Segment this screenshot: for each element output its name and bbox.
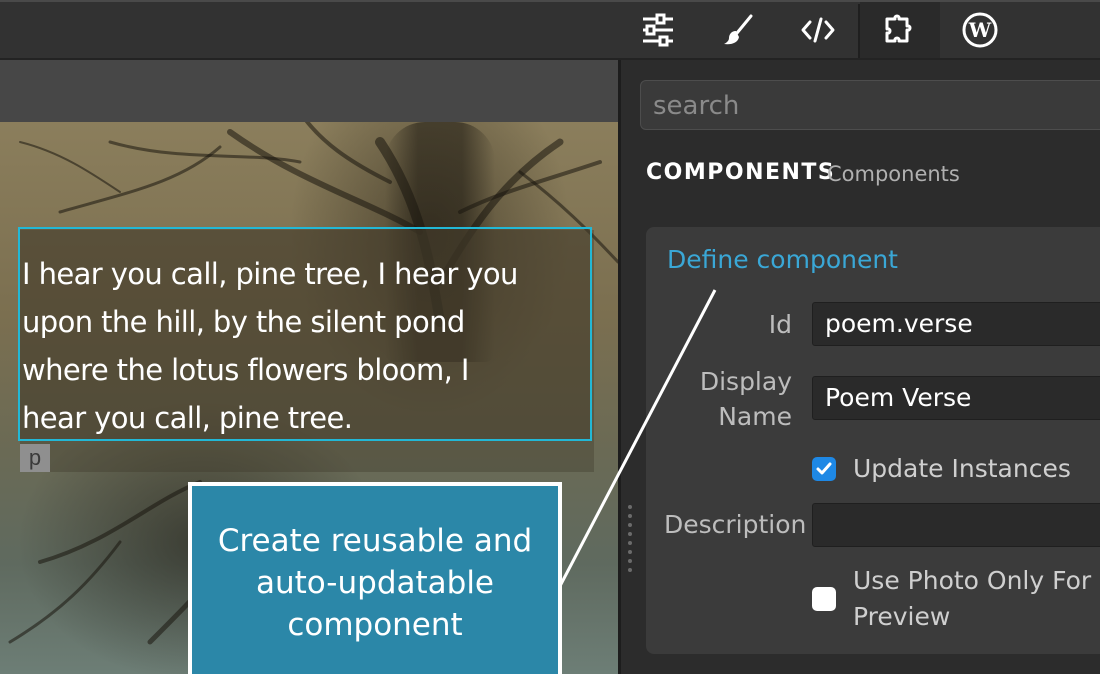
tab-styles[interactable] bbox=[698, 2, 778, 58]
display-name-label: Display Name bbox=[680, 364, 792, 434]
svg-text:W: W bbox=[968, 18, 992, 42]
poem-paragraph[interactable]: I hear you call, pine tree, I hear you u… bbox=[22, 250, 588, 442]
update-instances-checkbox[interactable] bbox=[812, 457, 836, 481]
canvas-header-band bbox=[0, 60, 618, 122]
poem-line: where the lotus flowers bloom, I bbox=[22, 353, 469, 387]
code-icon bbox=[801, 17, 835, 43]
id-field[interactable]: poem.verse bbox=[812, 302, 1100, 346]
display-name-label-line: Display bbox=[699, 367, 792, 396]
update-instances-label[interactable]: Update Instances bbox=[853, 451, 1071, 487]
description-label: Description bbox=[664, 510, 807, 539]
brush-icon bbox=[724, 14, 753, 45]
sliders-icon bbox=[643, 13, 673, 47]
poem-line: hear you call, pine tree. bbox=[22, 401, 353, 435]
section-subtitle: Components bbox=[827, 162, 960, 186]
callout-line: Create reusable and bbox=[217, 523, 533, 559]
callout-line: component bbox=[287, 607, 463, 643]
resize-grip[interactable] bbox=[627, 505, 633, 577]
wordpress-icon: W bbox=[962, 12, 998, 48]
id-label: Id bbox=[768, 310, 792, 339]
use-photo-label[interactable]: Use Photo Only For Preview bbox=[853, 563, 1091, 635]
tab-wordpress[interactable]: W bbox=[940, 2, 1020, 58]
poem-line: upon the hill, by the silent pond bbox=[22, 305, 465, 339]
display-name-label-line: Name bbox=[718, 402, 792, 431]
search-input[interactable]: search bbox=[640, 80, 1100, 130]
callout-line: auto-updatable bbox=[255, 565, 495, 601]
feature-callout: Create reusable and auto-updatable compo… bbox=[188, 482, 562, 674]
tab-components[interactable] bbox=[860, 2, 940, 58]
define-component-title[interactable]: Define component bbox=[667, 245, 898, 274]
section-title: COMPONENTS bbox=[646, 160, 836, 185]
poem-line: I hear you call, pine tree, I hear you bbox=[22, 257, 518, 291]
use-photo-label-line: Preview bbox=[853, 602, 951, 631]
puzzle-icon bbox=[885, 14, 912, 43]
checkmark-icon bbox=[816, 462, 832, 475]
description-field[interactable] bbox=[812, 503, 1100, 547]
element-tag-badge[interactable]: p bbox=[20, 444, 50, 472]
tab-settings[interactable] bbox=[618, 2, 698, 58]
display-name-field[interactable]: Poem Verse bbox=[812, 376, 1100, 420]
use-photo-label-line: Use Photo Only For bbox=[853, 566, 1092, 595]
tab-code[interactable] bbox=[778, 2, 858, 58]
use-photo-checkbox[interactable] bbox=[812, 587, 836, 611]
